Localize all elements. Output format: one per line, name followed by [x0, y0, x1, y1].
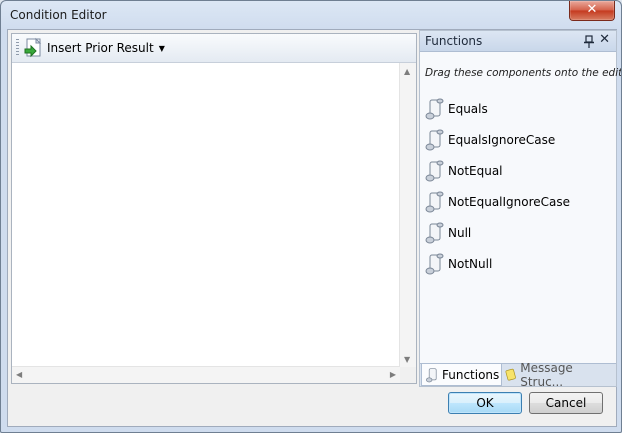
function-label: EqualsIgnoreCase: [448, 132, 556, 147]
function-label: NotEqualIgnoreCase: [448, 194, 571, 209]
function-item-not-equal-ignore-case[interactable]: NotEqualIgnoreCase: [424, 186, 612, 217]
scroll-icon: [425, 253, 444, 274]
editor-pane: Insert Prior Result ▼ ▲ ▼ ◀ ▶: [11, 33, 417, 384]
scroll-icon: [425, 222, 444, 243]
tab-functions[interactable]: Functions: [421, 364, 502, 386]
scroll-icon: [425, 98, 444, 119]
editor-toolbar: Insert Prior Result ▼: [12, 34, 416, 63]
function-item-null[interactable]: Null: [424, 217, 612, 248]
functions-panel-tabs: Functions Message Struc...: [420, 361, 616, 389]
scroll-icon: [425, 160, 444, 181]
insert-prior-result-label: Insert Prior Result: [47, 41, 154, 55]
window-title: Condition Editor: [10, 8, 107, 22]
functions-list: Equals EqualsIgnoreCase NotEqual NotEqua…: [424, 93, 612, 279]
tab-message-structure[interactable]: Message Struc...: [501, 361, 614, 389]
function-label: Equals: [448, 101, 488, 116]
ok-button[interactable]: OK: [448, 392, 522, 414]
message-structure-icon: [505, 368, 516, 381]
window-close-button[interactable]: ✕: [569, 1, 615, 21]
condition-text-editor[interactable]: [12, 63, 400, 367]
toolbar-grip[interactable]: [16, 39, 19, 57]
scrollbar-corner: [400, 367, 416, 383]
function-label: NotEqual: [448, 163, 503, 178]
scroll-right-icon[interactable]: ▶: [390, 370, 396, 379]
horizontal-scrollbar[interactable]: ◀ ▶: [12, 366, 400, 383]
scroll-left-icon[interactable]: ◀: [16, 370, 22, 379]
cancel-button[interactable]: Cancel: [529, 392, 603, 414]
function-item-equals[interactable]: Equals: [424, 93, 612, 124]
functions-panel: Functions ✕ Drag these components onto t…: [419, 30, 621, 389]
chevron-down-icon[interactable]: ▼: [159, 44, 165, 53]
scroll-icon: [425, 191, 444, 212]
function-item-equals-ignore-case[interactable]: EqualsIgnoreCase: [424, 124, 612, 155]
scroll-down-icon[interactable]: ▼: [404, 355, 410, 364]
scroll-up-icon[interactable]: ▲: [404, 67, 410, 76]
scroll-icon: [426, 367, 437, 382]
title-bar[interactable]: Condition Editor ✕: [1, 1, 621, 29]
vertical-scrollbar[interactable]: ▲ ▼: [399, 63, 416, 367]
tab-functions-label: Functions: [442, 367, 500, 382]
function-item-not-null[interactable]: NotNull: [424, 248, 612, 279]
tab-message-structure-label: Message Struc...: [520, 360, 573, 389]
functions-panel-title: Functions: [425, 34, 483, 48]
functions-panel-header: Functions ✕: [420, 31, 616, 52]
condition-editor-window: Condition Editor ✕ Insert Prior Result ▼: [0, 0, 622, 433]
insert-document-icon: [24, 37, 42, 58]
pin-icon[interactable]: [584, 35, 594, 49]
insert-prior-result-button[interactable]: Insert Prior Result ▼: [22, 37, 165, 59]
function-label: NotNull: [448, 256, 493, 271]
dialog-client-area: Insert Prior Result ▼ ▲ ▼ ◀ ▶ Functions: [7, 29, 621, 427]
function-label: Null: [448, 225, 472, 240]
function-item-not-equal[interactable]: NotEqual: [424, 155, 612, 186]
close-icon[interactable]: ✕: [599, 32, 610, 47]
functions-hint: Drag these components onto the editor: [425, 67, 622, 79]
scroll-icon: [425, 129, 444, 150]
